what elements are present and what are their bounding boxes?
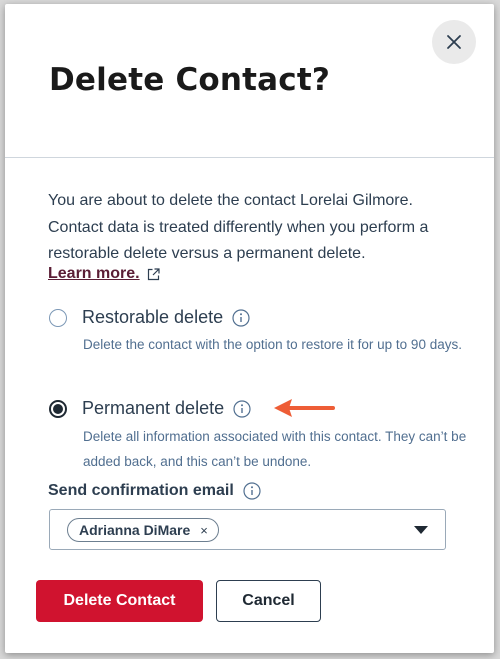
recipients-select[interactable]: Adrianna DiMare × <box>49 509 446 550</box>
restorable-delete-help: Delete the contact with the option to re… <box>83 337 462 352</box>
permanent-delete-option[interactable]: Permanent delete <box>49 398 251 419</box>
recipient-tag: Adrianna DiMare × <box>67 518 219 542</box>
restorable-delete-label: Restorable delete <box>82 307 224 327</box>
send-confirmation-email-label: Send confirmation email <box>48 482 261 500</box>
close-button[interactable] <box>432 20 476 64</box>
close-icon <box>447 35 461 49</box>
permanent-delete-label: Permanent delete <box>82 398 225 418</box>
chevron-down-icon[interactable] <box>414 526 428 534</box>
delete-contact-button[interactable]: Delete Contact <box>36 580 203 622</box>
cancel-button[interactable]: Cancel <box>216 580 321 622</box>
dialog-title: Delete Contact? <box>49 62 331 98</box>
permanent-delete-radio[interactable] <box>49 399 67 418</box>
info-icon[interactable] <box>233 399 251 418</box>
restorable-delete-option[interactable]: Restorable delete <box>49 307 250 328</box>
field-label-text: Send confirmation email <box>48 482 234 499</box>
info-icon[interactable] <box>243 482 261 500</box>
remove-recipient-icon[interactable]: × <box>200 524 208 537</box>
info-icon[interactable] <box>232 308 250 327</box>
permanent-delete-help: Delete all information associated with t… <box>83 429 467 469</box>
restorable-delete-radio[interactable] <box>49 308 67 327</box>
dialog-description: You are about to delete the contact Lore… <box>48 192 429 262</box>
delete-contact-dialog: Delete Contact? You are about to delete … <box>5 4 494 653</box>
radio-selected-dot <box>53 403 63 414</box>
external-link-icon <box>147 267 160 280</box>
learn-more-link[interactable]: Learn more. <box>48 265 160 283</box>
learn-more-label: Learn more. <box>48 265 140 282</box>
header-divider <box>5 157 494 158</box>
recipient-name: Adrianna DiMare <box>79 522 191 538</box>
annotation-arrow-icon <box>274 399 335 417</box>
